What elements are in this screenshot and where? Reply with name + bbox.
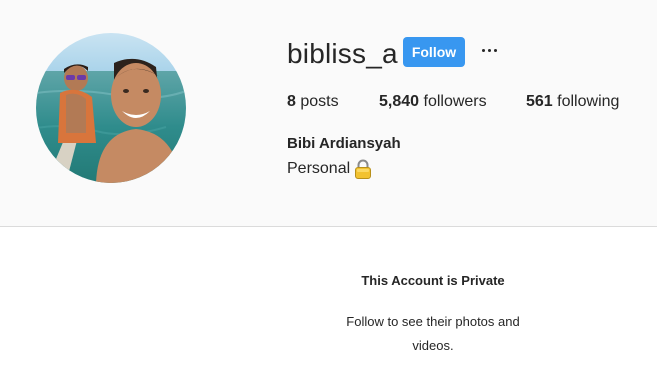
following-label: following (557, 93, 620, 110)
avatar[interactable] (36, 33, 186, 183)
bio-text: Personal (287, 160, 351, 177)
bio: Personal (287, 159, 372, 179)
profile-header: bibliss_a Follow 8 posts 5,840 followers… (0, 0, 657, 227)
followers-label: followers (423, 93, 487, 110)
posts-stat: 8 posts (287, 93, 339, 111)
follow-button[interactable]: Follow (403, 37, 465, 67)
followers-count: 5,840 (379, 93, 420, 110)
username: bibliss_a (287, 38, 398, 69)
private-account-subtitle: Follow to see their photos and videos. (346, 314, 520, 353)
full-name: Bibi Ardiansyah (287, 135, 401, 152)
followers-stat[interactable]: 5,840 followers (379, 93, 487, 111)
posts-count: 8 (287, 93, 296, 110)
following-count: 561 (526, 93, 553, 110)
more-options-icon[interactable] (477, 38, 501, 62)
lock-icon (354, 159, 372, 179)
posts-label: posts (300, 93, 339, 110)
private-account-title: This Account is Private (361, 273, 505, 288)
following-stat[interactable]: 561 following (526, 93, 619, 111)
